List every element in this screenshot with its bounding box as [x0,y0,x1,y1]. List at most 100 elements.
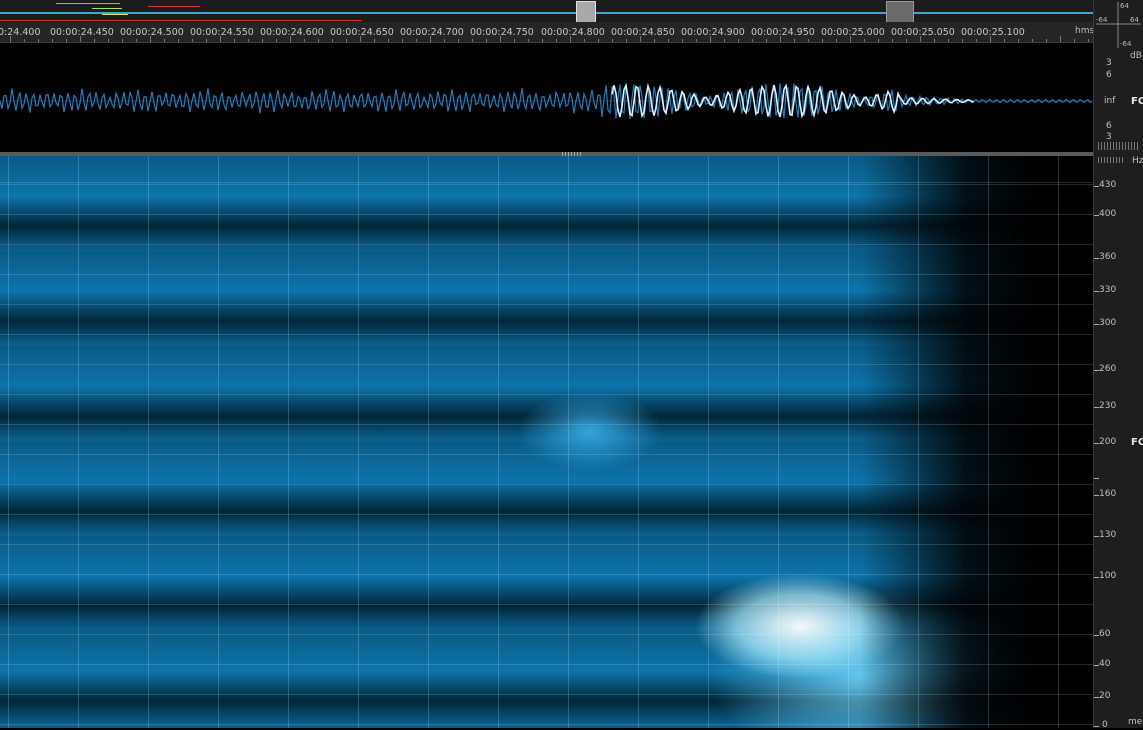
time-tick-mark [346,39,347,42]
time-tick-mark [682,39,683,42]
level-meter-corner[interactable]: 64 -64 -64 64 [1094,0,1143,50]
time-tick-mark [836,39,837,42]
overview-track[interactable] [0,12,1093,14]
time-tick-mark [1060,36,1061,42]
time-tick-mark [80,36,81,42]
frequency-tick-mark [1094,370,1099,371]
time-tick-label: 00:00:24.450 [50,27,114,38]
time-tick-mark [920,36,921,42]
time-tick-mark [388,39,389,42]
frequency-tick-mark [1094,665,1099,666]
frequency-tick-label: 0 [1102,720,1108,730]
time-tick-mark [276,39,277,42]
time-tick-label: 00:00:24.600 [260,27,324,38]
time-tick-mark [192,39,193,42]
overview-marker-red [148,6,200,7]
time-tick-mark [570,36,571,42]
time-tick-mark [850,36,851,42]
time-tick-mark [542,39,543,42]
time-tick-mark [878,39,879,42]
time-tick-mark [262,39,263,42]
time-tick-mark [626,39,627,42]
frequency-tick-label: 130 [1099,530,1117,540]
time-tick-mark [514,39,515,42]
frequency-tick-label: 330 [1099,285,1117,295]
time-tick-mark [962,39,963,42]
overview-handle-right[interactable] [886,1,914,23]
time-tick-mark [1088,39,1089,42]
time-tick-mark [822,39,823,42]
frequency-tick-mark [1094,536,1099,537]
waveform-scale-grip-icon[interactable] [1098,142,1138,150]
time-tick-mark [472,39,473,42]
time-tick-mark [934,39,935,42]
time-tick-mark [1018,39,1019,42]
frequency-tick-mark [1094,291,1099,292]
corner-label: 64 [1130,16,1139,24]
time-tick-label: 00:00:24.650 [330,27,394,38]
time-tick-mark [220,36,221,42]
overview-handle-left[interactable] [576,1,596,23]
time-tick-mark [584,39,585,42]
frequency-tick-label: 260 [1099,364,1117,374]
spectrogram-scale-grip-icon[interactable] [1098,157,1124,163]
time-tick-mark [668,39,669,42]
time-tick-mark [1046,39,1047,42]
time-tick-mark [906,39,907,42]
time-tick-mark [696,39,697,42]
time-tick-mark [948,39,949,42]
frequency-tick-label: 20 [1099,691,1111,701]
waveform-panel[interactable] [0,43,1093,153]
time-tick-mark [612,39,613,42]
scale-panel: 64 -64 -64 64 dB 3 6 inf FC 6 3 Hz 430 40… [1093,0,1143,730]
overview-strip[interactable] [0,0,1093,22]
time-tick-mark [332,39,333,42]
frequency-tick-mark [1094,495,1099,496]
time-tick-label: 00:00:24.750 [470,27,534,38]
frequency-tick-label: 160 [1099,489,1117,499]
time-tick-mark [724,39,725,42]
time-tick-mark [248,39,249,42]
time-tick-label: 00:00:24.800 [541,27,605,38]
frequency-tick-mark [1094,258,1099,259]
waveform-unit-label: dB [1130,51,1142,61]
time-tick-mark [458,39,459,42]
time-tick-mark [24,39,25,42]
overview-marker-green [92,8,122,9]
frequency-tick-mark [1094,186,1099,187]
waveform-scale-label: inf [1104,96,1116,106]
time-tick-mark [52,39,53,42]
frequency-tick-label: 100 [1099,571,1117,581]
time-tick-mark [640,36,641,42]
time-tick-mark [402,39,403,42]
time-tick-label: 00:00:24.850 [611,27,675,38]
time-tick-mark [108,39,109,42]
spectrogram-unit-label: Hz [1132,156,1143,166]
frequency-tick-label: 430 [1099,180,1117,190]
frequency-tick-label: 360 [1099,252,1117,262]
time-tick-mark [990,36,991,42]
time-tick-mark [136,39,137,42]
time-tick-mark [976,39,977,42]
frequency-tick-mark [1094,407,1099,408]
time-tick-mark [10,36,11,42]
frequency-tick-mark [1094,324,1099,325]
waveform-scale-label: 3 [1106,132,1112,142]
time-tick-mark [206,39,207,42]
time-tick-mark [794,39,795,42]
time-tick-label: 0:24.400 [0,27,41,38]
time-ruler[interactable]: 0:24.400 00:00:24.450 00:00:24.500 00:00:24… [0,22,1093,43]
spectrogram-bottom-unit: me [1128,717,1143,727]
spectrogram-channel-label: FC [1131,437,1143,448]
time-tick-mark [66,39,67,42]
waveform-scale-label: 6 [1106,121,1112,131]
time-tick-mark [556,39,557,42]
time-tick-mark [752,39,753,42]
frequency-tick-mark [1094,697,1099,698]
spectrogram-fade [860,156,1093,728]
time-tick-mark [318,39,319,42]
time-tick-label: 00:00:25.100 [961,27,1025,38]
frequency-tick-label: 60 [1099,629,1111,639]
time-tick-mark [528,39,529,42]
frequency-tick-mark [1094,577,1099,578]
